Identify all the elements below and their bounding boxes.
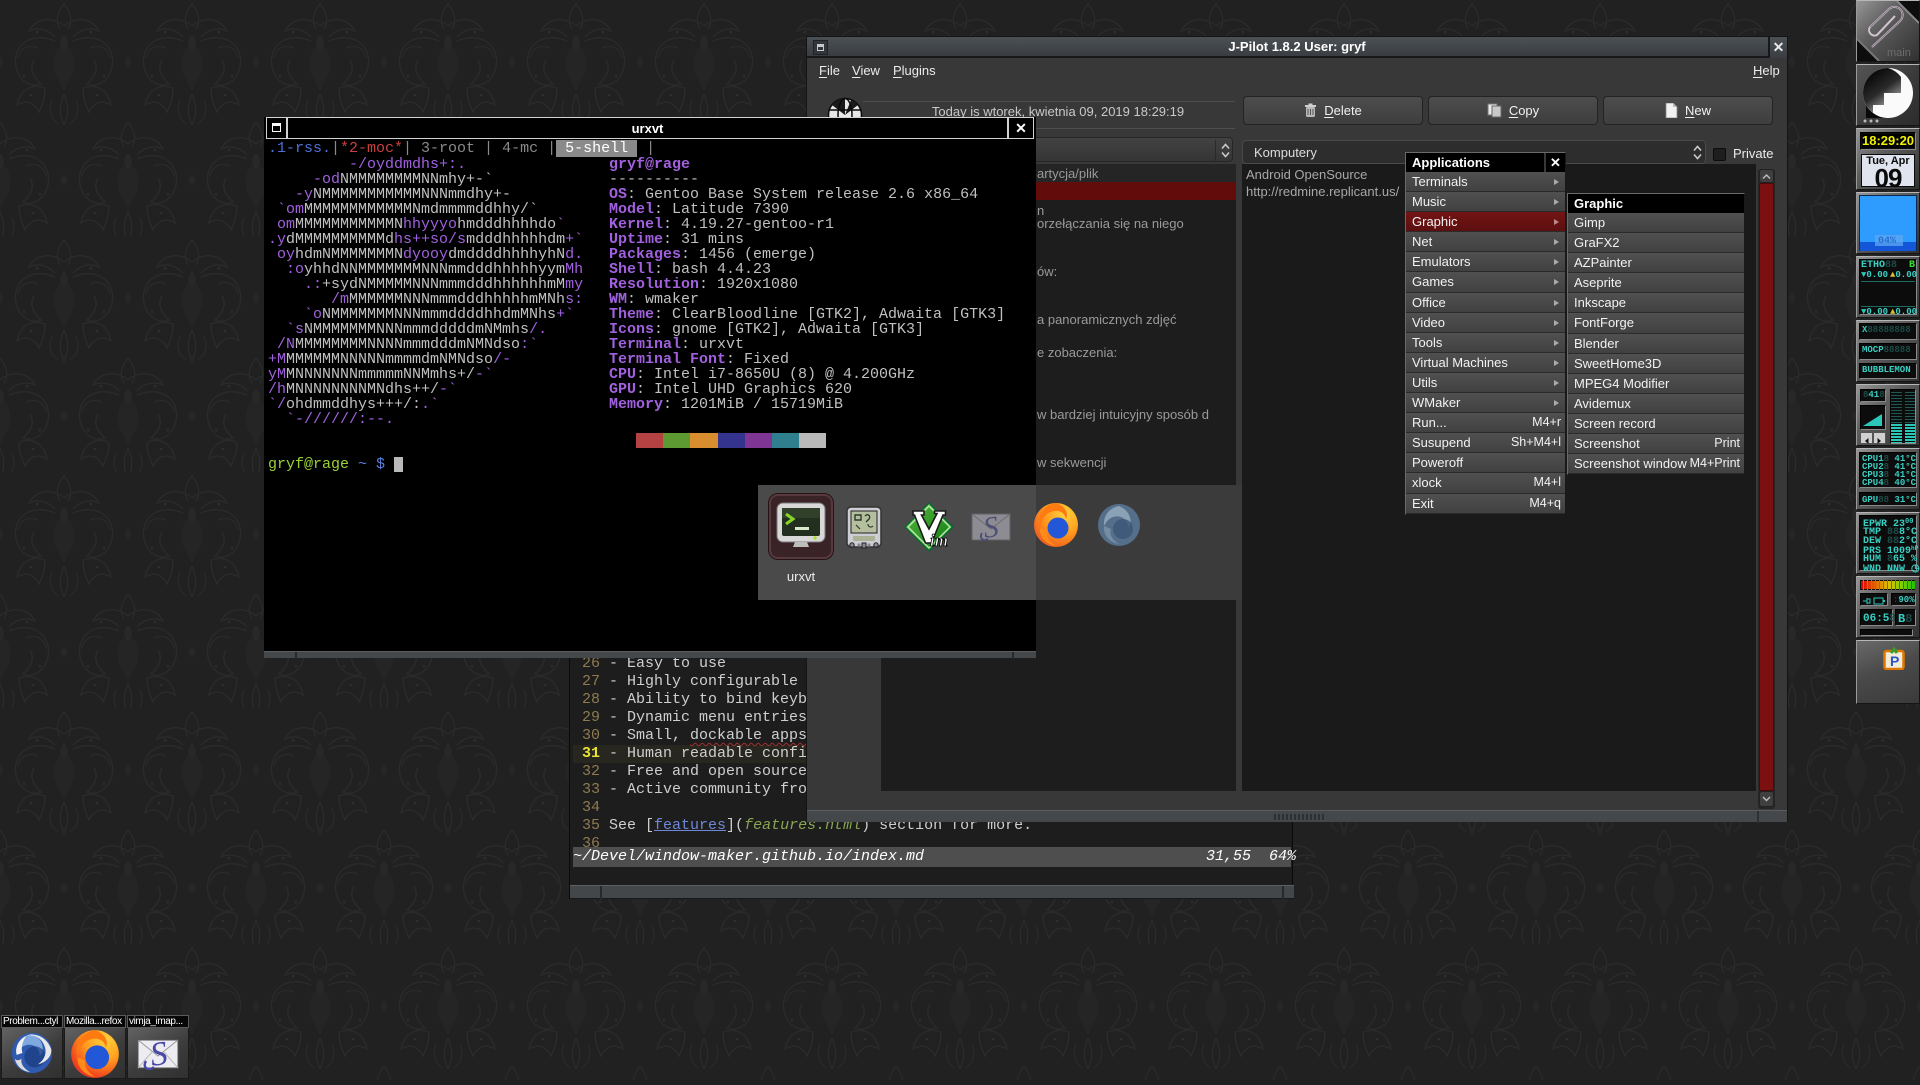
svg-text:P: P	[1890, 653, 1899, 669]
svg-text:main: main	[1887, 47, 1911, 59]
svg-text:im: im	[930, 531, 948, 550]
